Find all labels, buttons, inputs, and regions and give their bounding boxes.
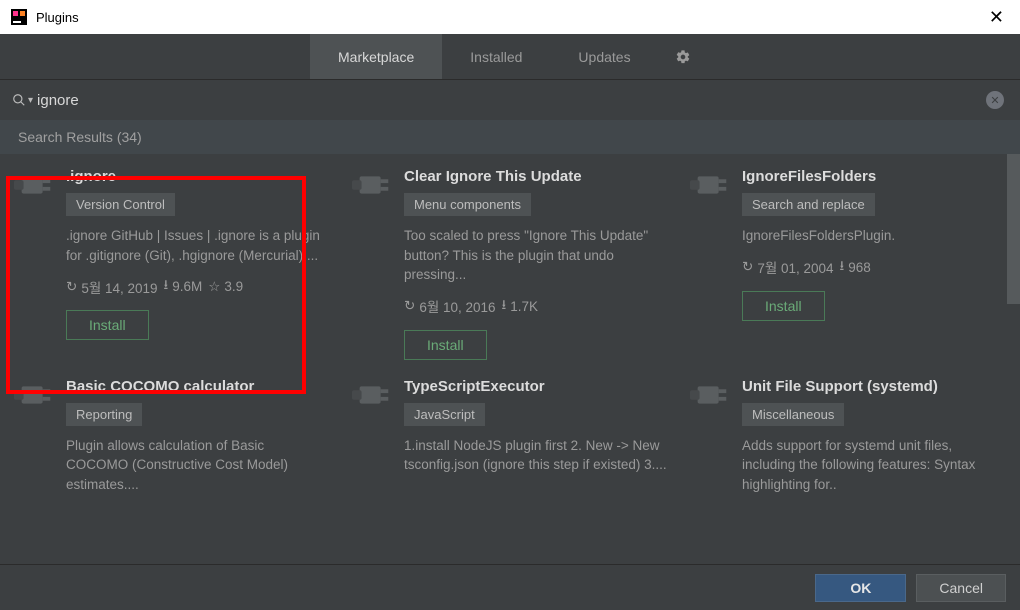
search-icon: ▾ [12,93,33,107]
plugin-category[interactable]: Miscellaneous [742,403,844,426]
tabs-bar: Marketplace Installed Updates [0,34,1020,80]
download-icon: ⭳ [164,275,169,298]
plugin-stats: ↻5월 14, 2019 ⭳9.6M ☆3.9 [66,275,330,298]
search-row: ▾ ✕ [0,80,1020,120]
search-results-header: Search Results (34) [0,120,1020,154]
plugin-stats: ↻7월 01, 2004 ⭳968 [742,256,1006,279]
scrollbar-thumb[interactable] [1007,154,1020,304]
plugin-description: Too scaled to press "Ignore This Update"… [404,226,668,285]
install-button[interactable]: Install [66,310,149,340]
plugin-title[interactable]: Unit File Support (systemd) [742,378,1006,395]
app-logo-icon [10,8,28,26]
search-input[interactable] [37,92,986,109]
ok-button[interactable]: OK [815,574,906,602]
cancel-button[interactable]: Cancel [916,574,1006,602]
plugin-description: Adds support for systemd unit files, inc… [742,436,1006,495]
plugin-icon [14,168,66,360]
plugin-category[interactable]: Version Control [66,193,175,216]
results-content: .ignore Version Control .ignore GitHub |… [0,154,1020,564]
download-icon: ⭳ [840,256,845,279]
plugin-title[interactable]: Clear Ignore This Update [404,168,668,185]
plugin-title[interactable]: TypeScriptExecutor [404,378,668,395]
tab-updates[interactable]: Updates [550,34,658,79]
plugin-category[interactable]: Reporting [66,403,142,426]
plugin-card: Clear Ignore This Update Menu components… [352,168,668,360]
plugin-category[interactable]: JavaScript [404,403,485,426]
plugin-card: Basic COCOMO calculator Reporting Plugin… [14,378,330,505]
titlebar: Plugins ✕ [0,0,1020,34]
plugin-icon [352,378,404,505]
gear-icon[interactable] [659,34,707,79]
plugin-title[interactable]: .ignore [66,168,330,185]
install-button[interactable]: Install [404,330,487,360]
download-icon: ⭳ [502,295,507,318]
install-button[interactable]: Install [742,291,825,321]
plugin-title[interactable]: IgnoreFilesFolders [742,168,1006,185]
plugin-description: .ignore GitHub | Issues | .ignore is a p… [66,226,330,265]
tab-marketplace[interactable]: Marketplace [310,34,442,79]
plugin-description: Plugin allows calculation of Basic COCOM… [66,436,330,495]
close-icon[interactable]: ✕ [983,7,1010,28]
scrollbar[interactable] [1007,154,1020,564]
plugin-description: 1.install NodeJS plugin first 2. New -> … [404,436,668,475]
refresh-icon: ↻ [404,298,415,314]
clear-search-icon[interactable]: ✕ [986,91,1004,109]
tab-installed[interactable]: Installed [442,34,550,79]
plugin-card: TypeScriptExecutor JavaScript 1.install … [352,378,668,505]
window-title: Plugins [36,10,79,25]
refresh-icon: ↻ [742,259,753,275]
plugin-icon [690,378,742,505]
plugin-description: IgnoreFilesFoldersPlugin. [742,226,1006,246]
refresh-icon: ↻ [66,279,77,295]
plugin-card: .ignore Version Control .ignore GitHub |… [14,168,330,360]
plugin-card: IgnoreFilesFolders Search and replace Ig… [690,168,1006,360]
plugin-title[interactable]: Basic COCOMO calculator [66,378,330,395]
plugin-icon [14,378,66,505]
star-icon: ☆ [208,279,220,295]
plugin-icon [352,168,404,360]
plugin-card: Unit File Support (systemd) Miscellaneou… [690,378,1006,505]
bottom-bar: OK Cancel [0,564,1020,610]
plugin-stats: ↻6월 10, 2016 ⭳1.7K [404,295,668,318]
plugin-icon [690,168,742,360]
plugin-category[interactable]: Search and replace [742,193,875,216]
plugin-category[interactable]: Menu components [404,193,531,216]
